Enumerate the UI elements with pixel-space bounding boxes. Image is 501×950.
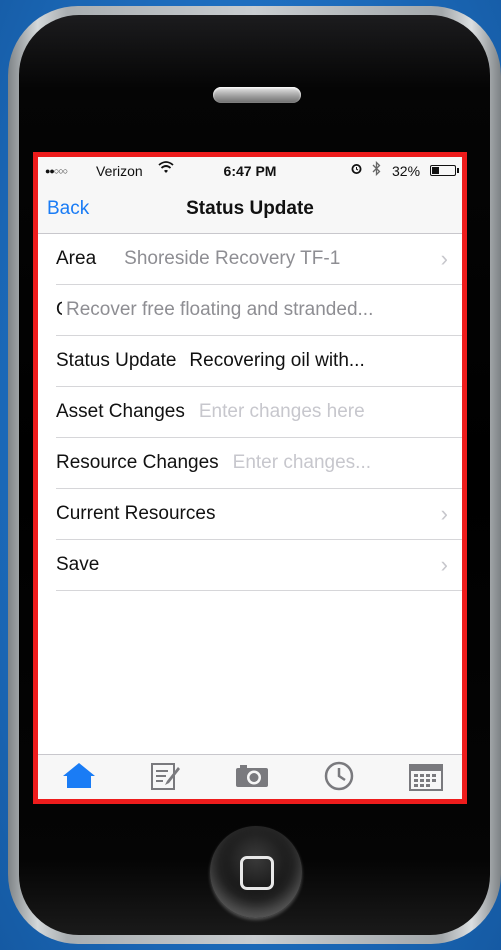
bluetooth-icon xyxy=(372,160,381,179)
objective-row[interactable]: O Recover free floating and stranded... xyxy=(56,285,462,336)
asset-changes-label: Asset Changes xyxy=(56,401,185,422)
clock-icon xyxy=(324,761,354,791)
tab-bar xyxy=(38,754,462,799)
battery-tip xyxy=(457,168,459,173)
current-resources-label: Current Resources xyxy=(56,503,216,524)
battery-level xyxy=(432,167,439,174)
battery-icon xyxy=(430,165,456,176)
form-list: Area Shoreside Recovery TF-1 › O Recover… xyxy=(38,234,462,591)
asset-changes-input[interactable]: Enter changes here xyxy=(199,401,462,423)
chevron-right-icon: › xyxy=(440,501,448,526)
alarm-icon xyxy=(350,162,363,178)
resource-changes-input[interactable]: Enter changes... xyxy=(233,452,462,474)
home-icon xyxy=(63,763,95,788)
chevron-right-icon: › xyxy=(440,246,448,271)
status-update-value: Recovering oil with... xyxy=(189,350,365,371)
tab-history[interactable] xyxy=(319,761,359,797)
objective-label: O xyxy=(56,299,62,321)
earpiece-speaker xyxy=(213,87,301,103)
calendar-icon xyxy=(409,764,443,791)
objective-value: Recover free floating and stranded... xyxy=(66,299,374,320)
area-label: Area xyxy=(56,248,97,269)
navigation-bar: Back Status Update xyxy=(38,185,462,234)
asset-changes-row[interactable]: Asset Changes Enter changes here xyxy=(56,387,462,438)
compose-icon xyxy=(151,763,180,790)
current-resources-row[interactable]: Current Resources › xyxy=(56,489,462,540)
resource-changes-label: Resource Changes xyxy=(56,452,219,473)
area-value: Shoreside Recovery TF-1 xyxy=(124,248,341,269)
resource-changes-row[interactable]: Resource Changes Enter changes... xyxy=(56,438,462,489)
page-title: Status Update xyxy=(186,198,314,219)
save-row[interactable]: Save › xyxy=(56,540,462,591)
status-bar: ●●○○○ Verizon 6:47 PM 32% xyxy=(38,157,462,185)
app-screen: ●●○○○ Verizon 6:47 PM 32% Back Status Up… xyxy=(33,152,467,804)
battery-percent: 32% xyxy=(392,163,421,179)
camera-icon xyxy=(236,765,268,787)
chevron-right-icon: › xyxy=(440,552,448,577)
area-row[interactable]: Area Shoreside Recovery TF-1 › xyxy=(56,234,462,285)
home-button[interactable] xyxy=(210,826,302,918)
tab-calendar[interactable] xyxy=(406,761,446,797)
tab-home[interactable] xyxy=(59,761,99,797)
home-button-icon xyxy=(240,856,274,890)
tab-camera[interactable] xyxy=(232,761,272,797)
status-update-label: Status Update xyxy=(56,350,177,371)
status-update-row[interactable]: Status Update Recovering oil with... xyxy=(56,336,462,387)
save-label: Save xyxy=(56,554,100,575)
tab-compose[interactable] xyxy=(145,761,185,797)
